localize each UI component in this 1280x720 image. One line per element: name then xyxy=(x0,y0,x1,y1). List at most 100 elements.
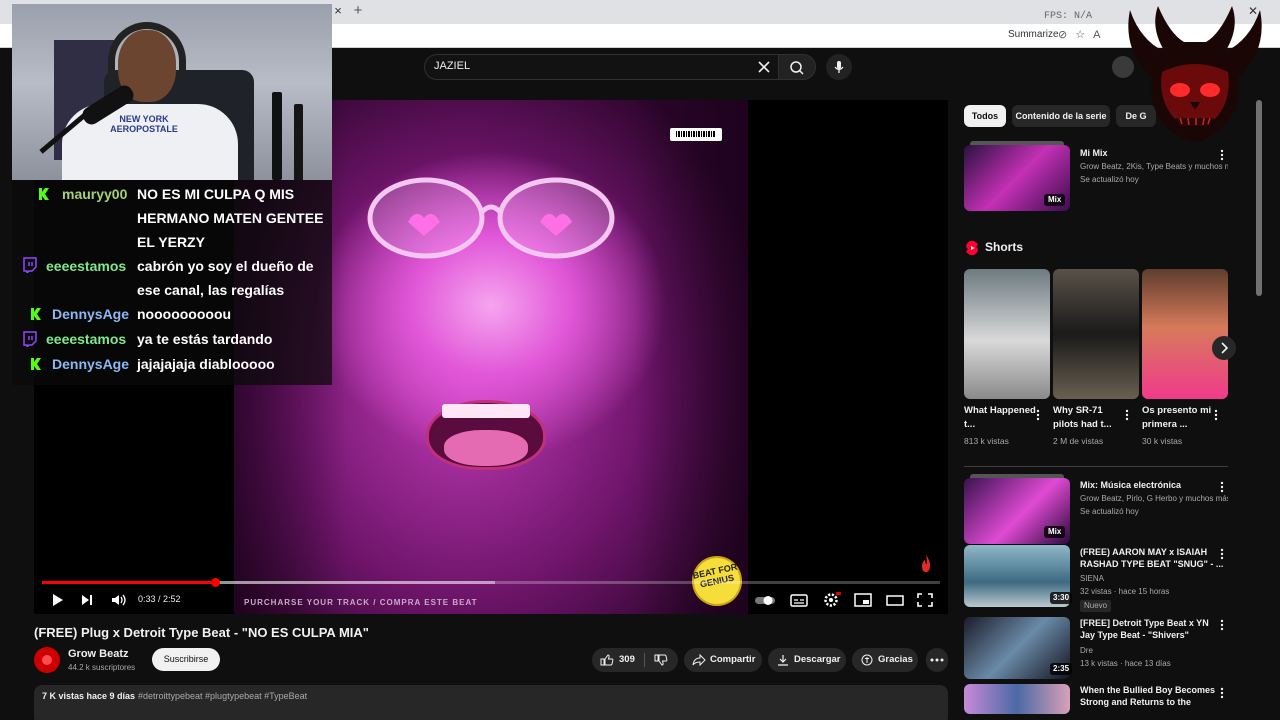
chip-todos[interactable]: Todos xyxy=(964,105,1006,127)
download-icon xyxy=(778,655,788,666)
mix2-badge: Mix xyxy=(1044,526,1066,538)
thanks-icon xyxy=(861,654,873,666)
chevron-right-icon xyxy=(1221,342,1229,354)
mix-badge: Mix xyxy=(1044,194,1066,206)
screen: × + FPS: N/A ✕ Summarize ⊘☆A JAZIEL BEAT… xyxy=(0,0,1280,720)
search-query[interactable]: JAZIEL xyxy=(434,60,470,72)
progress-played xyxy=(42,581,216,584)
microphone-icon xyxy=(834,61,844,73)
tab-close-icon[interactable]: × xyxy=(332,4,344,18)
mix2-menu-icon[interactable] xyxy=(1220,481,1224,493)
chat-username: DennysAge xyxy=(52,356,130,372)
search-button[interactable] xyxy=(778,54,816,80)
short-title-3[interactable]: Os presento mi primera ... xyxy=(1142,404,1218,432)
miniplayer-icon[interactable] xyxy=(852,590,874,610)
mix2-title[interactable]: Mix: Música electrónica xyxy=(1080,479,1224,491)
like-count[interactable]: 309 xyxy=(619,648,635,672)
short-title-1[interactable]: What Happened t... xyxy=(964,404,1040,432)
purchase-overlay-text: PURCHARSE YOUR TRACK / COMPRA ESTE BEAT xyxy=(244,598,478,607)
thumbs-down-icon[interactable] xyxy=(654,654,668,666)
share-button[interactable]: Compartir xyxy=(684,648,762,672)
video-menu-icon-1[interactable] xyxy=(1220,548,1224,560)
short-thumbnail-3[interactable] xyxy=(1142,269,1228,399)
chat-message: jajajajaja diablooooo xyxy=(137,356,275,372)
clear-search-icon[interactable] xyxy=(754,57,774,77)
autoplay-toggle-icon[interactable] xyxy=(754,590,776,610)
new-tab-button[interactable]: + xyxy=(350,2,366,20)
search-icon xyxy=(790,61,804,75)
video-glasses-graphic xyxy=(367,177,615,259)
more-actions-button[interactable] xyxy=(926,648,948,672)
mix2-meta-updated: Se actualizó hoy xyxy=(1080,507,1139,516)
settings-gear-icon[interactable] xyxy=(820,590,842,610)
download-button[interactable]: Descargar xyxy=(768,648,846,672)
chat-username: mauryy00 xyxy=(62,186,128,202)
channel-name[interactable]: Grow Beatz xyxy=(68,648,129,660)
video-meta-1: 32 vistas · hace 15 horas xyxy=(1080,587,1170,596)
video-meta-2: 13 k vistas · hace 13 días xyxy=(1080,659,1171,668)
theater-mode-icon[interactable] xyxy=(884,590,906,610)
search-input[interactable] xyxy=(424,54,780,80)
short-menu-icon-3[interactable] xyxy=(1214,409,1218,421)
video-tongue-graphic xyxy=(444,430,528,466)
short-thumbnail-1[interactable] xyxy=(964,269,1050,399)
short-views-2: 2 M de vistas xyxy=(1053,436,1104,446)
headset-icon xyxy=(108,22,186,78)
video-title-3[interactable]: When the Bullied Boy Becomes Strong and … xyxy=(1080,684,1224,708)
chat-overlay: mauryy00 NO ES MI CULPA Q MIS HERMANO MA… xyxy=(12,180,332,385)
mix-menu-icon[interactable] xyxy=(1220,149,1224,161)
shorts-next-button[interactable] xyxy=(1212,336,1236,360)
chip-series[interactable]: Contenido de la serie xyxy=(1012,105,1110,127)
share-label: Compartir xyxy=(710,654,756,665)
summarize-button[interactable]: Summarize xyxy=(1008,29,1059,40)
short-title-2[interactable]: Why SR-71 pilots had t... xyxy=(1053,404,1129,432)
twitch-icon xyxy=(23,331,37,347)
chat-username: eeeestamos xyxy=(46,258,127,274)
video-teeth-graphic xyxy=(442,404,530,418)
short-menu-icon-2[interactable] xyxy=(1125,409,1129,421)
video-channel-1[interactable]: SIENA xyxy=(1080,573,1228,584)
subscribe-button[interactable]: Suscribirse xyxy=(152,648,220,671)
fps-counter: FPS: N/A xyxy=(1044,11,1093,22)
fullscreen-icon[interactable] xyxy=(914,590,936,610)
webcam-rifle-2 xyxy=(294,104,303,180)
short-menu-icon-1[interactable] xyxy=(1036,409,1040,421)
extension-icons[interactable]: ⊘☆A xyxy=(1058,28,1108,41)
kick-icon xyxy=(31,358,41,370)
subtitles-icon[interactable] xyxy=(788,590,810,610)
hashtags[interactable]: #detroittypebeat #plugtypebeat #TypeBeat xyxy=(138,691,307,701)
mix-meta-updated: Se actualizó hoy xyxy=(1080,175,1139,184)
kick-icon xyxy=(39,188,49,200)
volume-icon[interactable] xyxy=(108,590,130,610)
video-thumbnail-3[interactable] xyxy=(964,684,1070,714)
short-thumbnail-2[interactable] xyxy=(1053,269,1139,399)
channel-avatar-logo xyxy=(42,655,52,665)
chat-message: cabrón yo soy el dueño de ese canal, las… xyxy=(137,258,314,298)
chat-username: eeeestamos xyxy=(46,331,127,347)
duration-badge-2: 2:35 xyxy=(1050,663,1073,675)
video-menu-icon-2[interactable] xyxy=(1220,619,1224,631)
next-icon[interactable] xyxy=(76,590,98,610)
short-views-3: 30 k vistas xyxy=(1142,436,1183,446)
video-title-1[interactable]: (FREE) AARON MAY x ISAIAH RASHAD TYPE BE… xyxy=(1080,546,1224,570)
thanks-label: Gracias xyxy=(878,654,913,665)
mix2-meta-artists: Grow Beatz, Pirlo, G Herbo y muchos más xyxy=(1080,494,1228,503)
video-channel-2[interactable]: Dre xyxy=(1080,645,1228,656)
play-icon[interactable] xyxy=(46,590,68,610)
progress-scrubber[interactable] xyxy=(210,578,220,587)
more-horizontal-icon xyxy=(930,658,944,662)
fire-icon xyxy=(922,555,930,572)
video-menu-icon-3[interactable] xyxy=(1220,687,1224,699)
video-title: (FREE) Plug x Detroit Type Beat - "NO ES… xyxy=(34,625,369,640)
like-divider xyxy=(644,653,645,667)
time-display: 0:33 / 2:52 xyxy=(138,594,181,604)
video-title-2[interactable]: [FREE] Detroit Type Beat x YN Jay Type B… xyxy=(1080,617,1224,641)
thumbs-up-icon[interactable] xyxy=(600,654,614,666)
shorts-heading: Shorts xyxy=(985,240,1024,254)
webcam-rifle xyxy=(272,92,282,180)
voice-search-button[interactable] xyxy=(826,54,852,80)
chat-message: ya te estás tardando xyxy=(137,331,273,347)
share-icon xyxy=(692,654,706,666)
thanks-button[interactable]: Gracias xyxy=(852,648,918,672)
twitch-icon xyxy=(23,257,37,273)
